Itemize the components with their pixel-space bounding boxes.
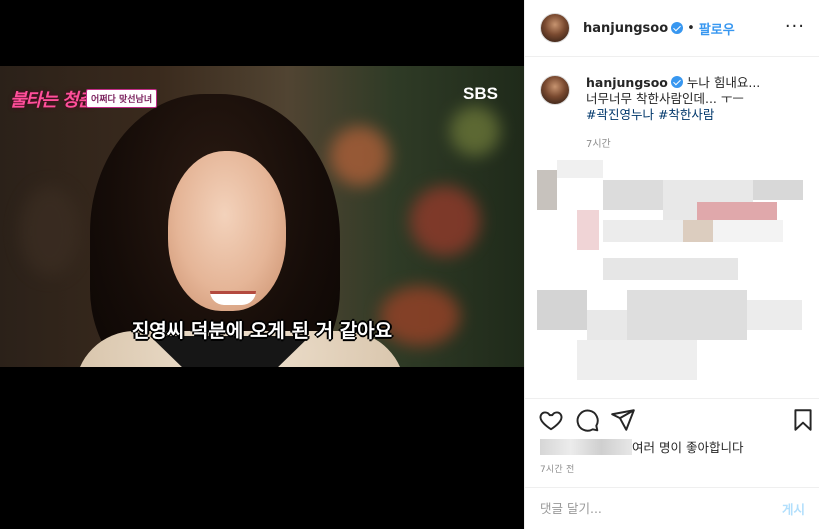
post-side-panel: hanjungsoo • 팔로우 ··· hanjungsoo 누나 힘내요..… — [524, 0, 819, 529]
pixelated-block — [577, 210, 599, 250]
caption-timestamp: 7시간 — [586, 139, 611, 150]
caption-username[interactable]: hanjungsoo — [586, 75, 668, 90]
video-subtitle: 진영씨 덕분에 오게 된 거 같아요 — [131, 320, 393, 342]
pixelated-block — [753, 180, 803, 200]
pixelated-block — [627, 290, 747, 340]
separator-dot: • — [687, 20, 695, 36]
person-face — [168, 151, 286, 311]
verified-badge-icon — [671, 22, 684, 34]
pixelated-block — [603, 220, 683, 242]
share-icon[interactable] — [610, 407, 636, 433]
likes-count[interactable]: 여러 명이 좋아합니다 — [540, 437, 743, 456]
blurred-liker-name — [540, 439, 632, 455]
bookmark-icon[interactable] — [790, 407, 816, 433]
comment-input[interactable] — [540, 501, 782, 516]
likes-suffix: 여러 명이 좋아합니다 — [632, 440, 744, 455]
pixelated-block — [713, 220, 783, 242]
heart-icon[interactable] — [538, 407, 564, 433]
caption-avatar-icon[interactable] — [540, 75, 570, 105]
bokeh-light — [450, 106, 500, 156]
follow-button[interactable]: 팔로우 — [699, 19, 735, 38]
caption-text: hanjungsoo 누나 힘내요... 너무너무 착한사람인데... ㅜㅡ #… — [586, 75, 810, 123]
more-options-icon[interactable]: ··· — [785, 16, 805, 37]
pixelated-block — [603, 258, 738, 280]
comment-icon[interactable] — [574, 407, 600, 433]
post-timestamp[interactable]: 7시간 전 — [540, 462, 574, 475]
pixelated-block — [587, 310, 627, 340]
caption-line-2: 너무너무 착한사람인데... ㅜㅡ — [586, 91, 744, 106]
pixelated-block — [537, 170, 557, 210]
show-tag: 어쩌다 맞선남녀 — [86, 89, 158, 108]
post-caption: hanjungsoo 누나 힘내요... 너무너무 착한사람인데... ㅜㅡ #… — [540, 75, 810, 150]
pixelated-block — [697, 202, 777, 220]
pixelated-block — [537, 290, 587, 330]
post-header: hanjungsoo • 팔로우 ··· — [525, 0, 819, 57]
caption-line-1: 누나 힘내요... — [686, 75, 761, 90]
bokeh-light — [20, 186, 80, 276]
header-username[interactable]: hanjungsoo — [583, 21, 668, 36]
profile-avatar-icon[interactable] — [540, 13, 570, 43]
pixelated-block — [683, 220, 713, 242]
verified-badge-icon — [670, 76, 683, 88]
pixelated-block — [557, 160, 603, 178]
post-media-area: 불타는 청춘 어쩌다 맞선남녀 SBS 진영씨 덕분에 오게 된 거 같아요 — [0, 0, 524, 529]
post-comment-button[interactable]: 게시 — [782, 499, 805, 518]
post-image[interactable]: 불타는 청춘 어쩌다 맞선남녀 SBS 진영씨 덕분에 오게 된 거 같아요 — [0, 66, 524, 367]
network-logo: SBS — [463, 84, 498, 103]
bokeh-light — [410, 186, 480, 256]
caption-hashtags[interactable]: #곽진영누나 #착한사람 — [586, 107, 714, 122]
pixelated-block — [577, 340, 697, 380]
pixelated-block — [747, 300, 802, 330]
pixelated-block — [603, 180, 663, 210]
person-smile — [210, 291, 256, 305]
bokeh-light — [330, 126, 390, 186]
add-comment-section: 게시 — [525, 487, 819, 529]
comments-list-pixelated — [525, 160, 819, 390]
instagram-post-view: 불타는 청춘 어쩌다 맞선남녀 SBS 진영씨 덕분에 오게 된 거 같아요 h… — [0, 0, 819, 529]
show-title: 불타는 청춘 — [10, 90, 94, 111]
